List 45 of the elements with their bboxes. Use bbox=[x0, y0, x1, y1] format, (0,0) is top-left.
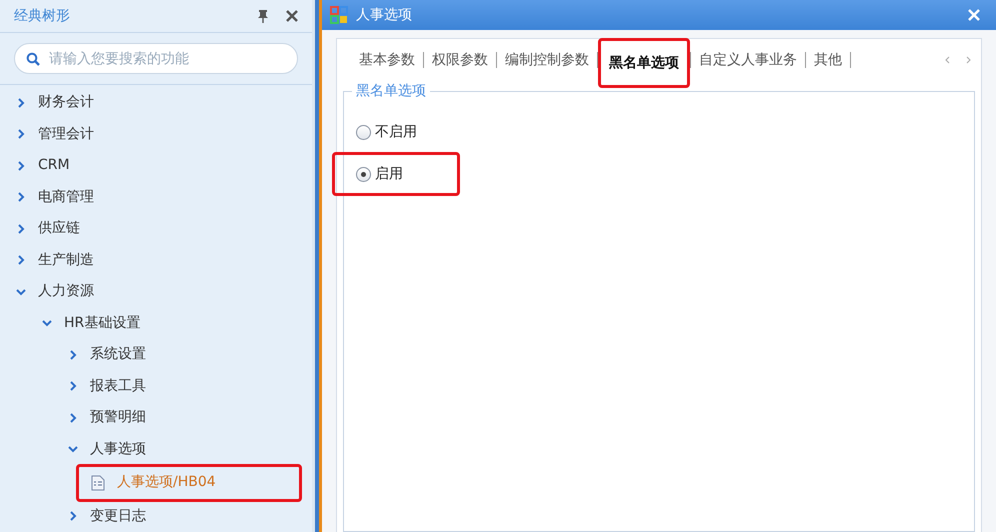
chevron-right-icon[interactable] bbox=[16, 224, 26, 234]
pin-icon[interactable] bbox=[256, 9, 270, 23]
chevron-right-icon[interactable] bbox=[68, 511, 78, 522]
close-icon[interactable] bbox=[286, 10, 298, 22]
tree-item[interactable]: 报表工具 bbox=[90, 376, 146, 397]
chevron-right-icon[interactable] bbox=[68, 412, 78, 423]
tree-item[interactable]: 变更日志 bbox=[90, 506, 146, 527]
dialog-title: 人事选项 bbox=[356, 6, 413, 24]
chevron-right-icon[interactable] bbox=[16, 192, 26, 202]
tree-item[interactable]: 管理会计 bbox=[38, 124, 94, 145]
chevron-down-icon[interactable] bbox=[16, 286, 26, 297]
panel-title: 经典树形 bbox=[14, 6, 71, 26]
app-icon bbox=[330, 6, 348, 24]
chevron-right-icon[interactable] bbox=[16, 129, 26, 140]
tree-item[interactable]: HR基础设置 bbox=[64, 312, 140, 334]
tree-item[interactable]: 财务会计 bbox=[38, 92, 94, 114]
tree-item[interactable]: 电商管理 bbox=[38, 186, 94, 208]
tree-item[interactable]: 生产制造 bbox=[38, 250, 94, 271]
chevron-down-icon[interactable] bbox=[68, 444, 78, 454]
tab[interactable]: 编制控制参数 bbox=[497, 38, 597, 82]
tree-item[interactable]: 人力资源 bbox=[38, 281, 94, 302]
tab[interactable]: 黑名单选项 bbox=[598, 38, 690, 88]
radio-label: 不启用 bbox=[375, 122, 417, 142]
tab[interactable]: 权限参数 bbox=[424, 38, 496, 82]
tree-item[interactable]: CRM bbox=[38, 155, 70, 176]
chevron-right-icon[interactable] bbox=[16, 98, 26, 108]
radio-button[interactable] bbox=[356, 124, 371, 140]
search-field[interactable]: 请输入您要搜索的功能 bbox=[14, 43, 298, 74]
chevron-right-icon[interactable] bbox=[16, 255, 26, 266]
tab[interactable]: 基本参数 bbox=[351, 38, 423, 82]
tab[interactable]: 其他 bbox=[806, 38, 850, 82]
tree-item[interactable]: 供应链 bbox=[38, 218, 80, 240]
tab[interactable]: 自定义人事业务 bbox=[691, 38, 805, 82]
chevron-right-icon[interactable] bbox=[68, 350, 78, 360]
tree-item[interactable]: 系统设置 bbox=[90, 344, 146, 366]
chevron-right-icon[interactable] bbox=[16, 160, 26, 171]
chevron-right-icon[interactable] bbox=[68, 381, 78, 392]
radio-button[interactable] bbox=[356, 166, 371, 182]
search-icon bbox=[26, 52, 40, 66]
chevron-down-icon[interactable] bbox=[42, 318, 52, 328]
radio-label: 启用 bbox=[375, 164, 403, 184]
document-icon bbox=[91, 474, 105, 491]
group-title: 黑名单选项 bbox=[355, 82, 427, 101]
tree-item[interactable]: 预警明细 bbox=[90, 407, 146, 428]
tree-item[interactable]: 人事选项 bbox=[90, 438, 146, 460]
